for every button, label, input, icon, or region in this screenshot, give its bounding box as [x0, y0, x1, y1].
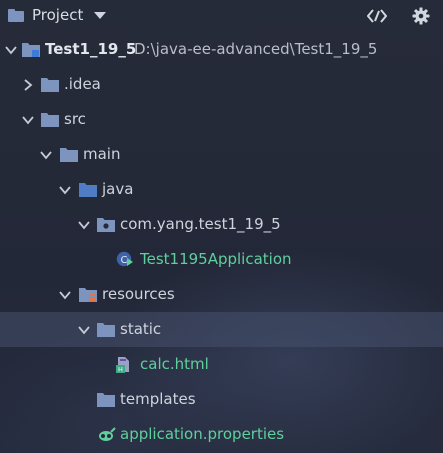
tree-label-application-properties: application.properties	[120, 425, 285, 443]
tree-label-application-class: Test1195Application	[140, 250, 292, 268]
tree-node-application-class[interactable]: C Test1195Application	[0, 242, 443, 277]
html-file-icon: H	[116, 357, 129, 374]
tree-node-main[interactable]: main	[0, 137, 443, 172]
tree-label-package: com.yang.test1_19_5	[120, 215, 281, 233]
tree-label-static: static	[120, 320, 162, 338]
tree-node-templates[interactable]: templates	[0, 382, 443, 417]
tree-node-static[interactable]: static	[0, 312, 443, 347]
properties-file-icon	[99, 427, 116, 441]
tree-label-templates: templates	[120, 390, 196, 408]
tree-node-project-root[interactable]: Test1_19_5 D:\java-ee-advanced\Test1_19_…	[0, 32, 443, 67]
tree-node-calc-html[interactable]: H calc.html	[0, 347, 443, 382]
package-folder-icon	[97, 218, 115, 232]
module-folder-icon	[22, 43, 40, 57]
tree-label-src: src	[64, 110, 86, 128]
project-root-path: D:\java-ee-advanced\Test1_19_5	[134, 40, 378, 58]
svg-text:C: C	[121, 255, 128, 266]
dropdown-caret-icon	[94, 11, 107, 19]
expanded-arrow-icon[interactable]	[59, 184, 71, 196]
folder-icon	[8, 8, 24, 22]
tree-label-calc-html: calc.html	[140, 355, 209, 373]
tree-node-java[interactable]: java	[0, 172, 443, 207]
resources-folder-icon	[79, 288, 97, 302]
settings-gear-icon[interactable]	[410, 5, 432, 27]
expanded-arrow-icon[interactable]	[40, 149, 52, 161]
tree-node-application-properties[interactable]: application.properties	[0, 417, 443, 452]
spring-boot-class-icon: C	[116, 251, 133, 267]
folder-icon	[41, 113, 59, 127]
folder-icon	[97, 323, 115, 337]
project-title: Project	[32, 6, 84, 24]
tree-node-idea[interactable]: .idea	[0, 67, 443, 102]
expanded-arrow-icon[interactable]	[5, 44, 17, 56]
project-view-selector[interactable]: Project	[8, 5, 107, 25]
source-folder-icon	[79, 183, 97, 197]
expanded-arrow-icon[interactable]	[22, 114, 34, 126]
project-tool-window: Project Test1_19_5 D:\java-ee-advanced\T…	[0, 0, 443, 453]
tree-label-java: java	[102, 180, 134, 198]
code-toggle-icon[interactable]	[366, 5, 388, 27]
tree-label-main: main	[83, 145, 121, 163]
tree-label-idea: .idea	[64, 75, 101, 93]
tree-node-resources[interactable]: resources	[0, 277, 443, 312]
folder-icon	[97, 393, 115, 407]
tree-node-src[interactable]: src	[0, 102, 443, 137]
svg-text:H: H	[118, 366, 123, 374]
collapsed-arrow-icon[interactable]	[22, 79, 34, 91]
expanded-arrow-icon[interactable]	[78, 324, 90, 336]
folder-icon	[41, 78, 59, 92]
project-root-name: Test1_19_5	[45, 40, 137, 58]
expanded-arrow-icon[interactable]	[59, 289, 71, 301]
folder-icon	[60, 148, 78, 162]
project-header: Project	[0, 0, 443, 32]
tree-label-resources: resources	[102, 285, 175, 303]
tree-node-package[interactable]: com.yang.test1_19_5	[0, 207, 443, 242]
expanded-arrow-icon[interactable]	[78, 219, 90, 231]
